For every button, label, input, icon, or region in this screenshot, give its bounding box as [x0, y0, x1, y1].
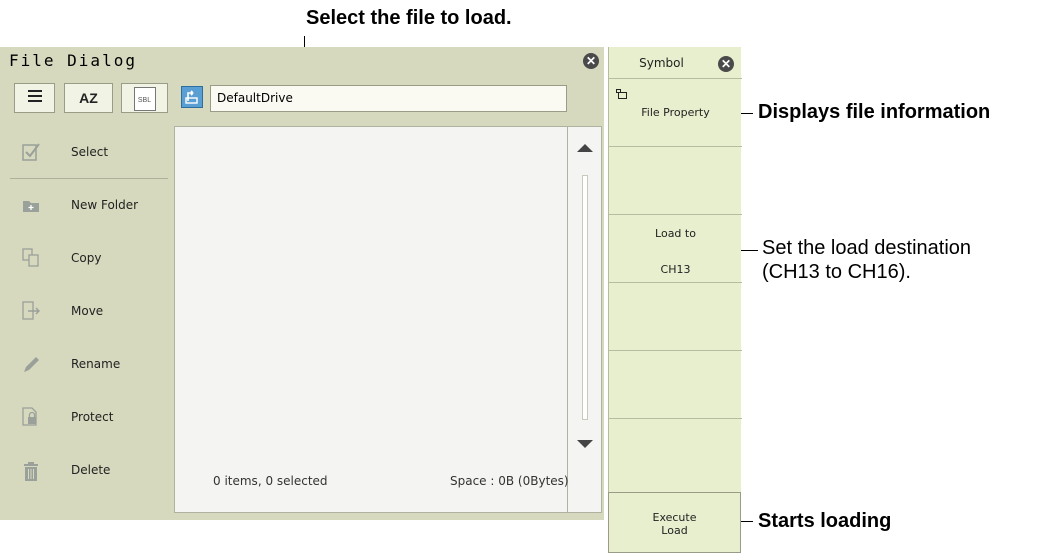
file-dialog: File Dialog ✕ AZ SBL DefaultDrive Select…: [0, 47, 604, 520]
panel-divider: [609, 282, 742, 283]
sidebar-item-move[interactable]: Move: [0, 285, 168, 338]
callout-starts-loading: Starts loading: [758, 510, 892, 532]
file-property-button[interactable]: File Property: [609, 79, 742, 146]
new-folder-icon: [22, 195, 40, 215]
scroll-down-arrow-icon[interactable]: [577, 440, 593, 448]
execute-load-line1: Execute: [652, 511, 697, 524]
sidebar-item-protect[interactable]: Protect: [0, 391, 168, 444]
sidebar-label-protect: Protect: [71, 410, 114, 424]
dialog-title: File Dialog: [9, 51, 137, 70]
panel-divider: [609, 350, 742, 351]
sidebar-item-select[interactable]: Select: [0, 126, 168, 179]
status-space: Space : 0B (0Bytes): [450, 474, 569, 488]
sort-az-button[interactable]: AZ: [64, 83, 113, 113]
file-property-icon: [616, 86, 628, 104]
scroll-track[interactable]: [582, 175, 588, 420]
sbl-file-icon: SBL: [133, 87, 156, 111]
sort-az-label: AZ: [79, 90, 98, 106]
panel-title: Symbol: [639, 56, 684, 70]
list-view-icon: [27, 84, 42, 112]
scroll-up-arrow-icon[interactable]: [577, 144, 593, 152]
sidebar-item-new-folder[interactable]: New Folder: [0, 179, 168, 232]
select-icon: [22, 142, 40, 162]
move-icon: [22, 301, 40, 321]
file-list[interactable]: [174, 126, 568, 513]
copy-icon: [22, 248, 40, 268]
sidebar-label-rename: Rename: [71, 357, 121, 371]
callout-load-dest-2: (CH13 to CH16).: [762, 261, 911, 283]
sidebar-item-rename[interactable]: Rename: [0, 338, 168, 391]
empty-softkey: [609, 147, 742, 214]
load-to-button[interactable]: Load to CH13: [609, 215, 742, 282]
sidebar-label-move: Move: [71, 304, 104, 318]
sidebar-item-copy[interactable]: Copy: [0, 232, 168, 285]
sidebar-label-delete: Delete: [71, 463, 111, 477]
sidebar-item-delete[interactable]: Delete: [0, 444, 168, 497]
panel-divider: [609, 418, 742, 419]
execute-load-button[interactable]: Execute Load: [608, 492, 741, 553]
file-property-label: File Property: [641, 106, 710, 119]
sidebar-label-copy: Copy: [71, 251, 102, 265]
panel-close-button[interactable]: ✕: [718, 56, 734, 72]
sbl-button[interactable]: SBL: [121, 83, 168, 113]
callout-select-file: Select the file to load.: [306, 7, 512, 29]
softkey-panel: Symbol ✕ File Property Load to CH13: [608, 47, 742, 553]
callout-file-info: Displays file information: [758, 101, 991, 123]
rename-pencil-icon: [22, 354, 40, 374]
sidebar-label-select: Select: [71, 145, 109, 159]
parent-folder-icon[interactable]: [181, 86, 203, 108]
load-to-label: Load to: [655, 227, 696, 240]
protect-lock-icon: [22, 407, 40, 427]
sidebar-label-new-folder: New Folder: [71, 198, 139, 212]
list-view-button[interactable]: [14, 83, 55, 113]
callout-load-dest-1: Set the load destination: [762, 237, 972, 259]
load-to-value: CH13: [660, 263, 691, 276]
path-field[interactable]: DefaultDrive: [210, 85, 567, 112]
execute-load-line2: Load: [661, 524, 688, 537]
status-item-count: 0 items, 0 selected: [213, 474, 328, 488]
trash-icon: [22, 462, 40, 482]
